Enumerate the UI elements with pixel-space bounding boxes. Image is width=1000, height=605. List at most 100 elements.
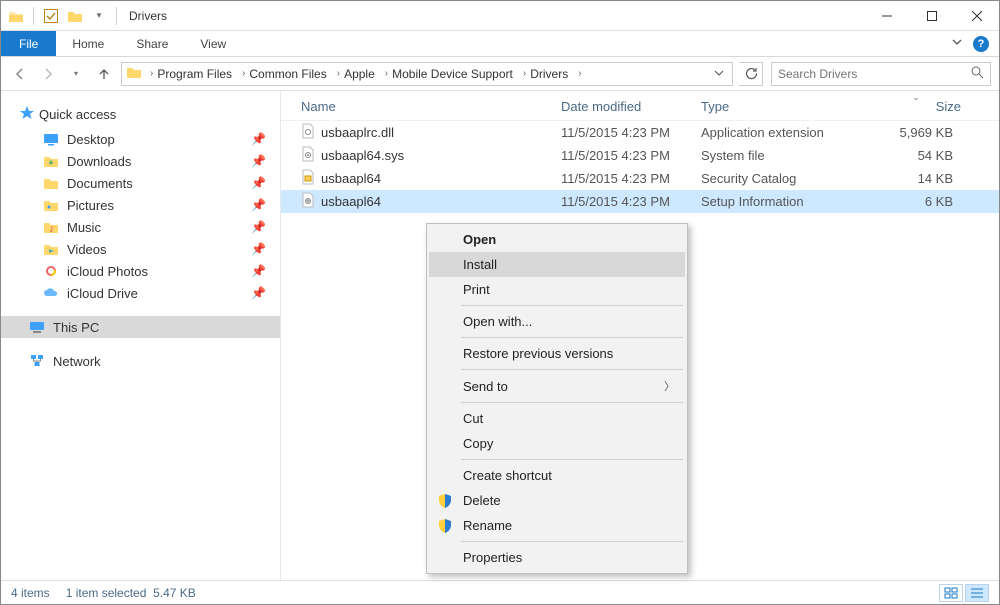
column-type[interactable]: Type bbox=[701, 99, 871, 114]
file-row[interactable]: usbaapl64.sys 11/5/2015 4:23 PM System f… bbox=[281, 144, 999, 167]
column-size[interactable]: ⌄Size bbox=[871, 99, 961, 114]
pin-icon: 📌 bbox=[251, 220, 266, 234]
column-date[interactable]: Date modified bbox=[561, 99, 701, 114]
back-button[interactable] bbox=[9, 63, 31, 85]
forward-button[interactable] bbox=[37, 63, 59, 85]
ctx-open[interactable]: Open bbox=[429, 227, 685, 252]
window-title: Drivers bbox=[125, 9, 167, 23]
ribbon: File Home Share View ? bbox=[1, 31, 999, 57]
sidebar-item-network[interactable]: Network bbox=[1, 350, 280, 372]
maximize-button[interactable] bbox=[909, 1, 954, 30]
pin-icon: 📌 bbox=[251, 154, 266, 168]
folder-icon bbox=[126, 65, 142, 82]
address-bar[interactable]: ›Program Files ›Common Files ›Apple ›Mob… bbox=[121, 62, 733, 86]
help-icon[interactable]: ? bbox=[973, 36, 989, 52]
address-row: ▾ ›Program Files ›Common Files ›Apple ›M… bbox=[1, 57, 999, 91]
ctx-delete[interactable]: Delete bbox=[429, 488, 685, 513]
sidebar-item-icloud-photos[interactable]: iCloud Photos📌 bbox=[1, 260, 280, 282]
desktop-icon bbox=[43, 131, 59, 147]
ctx-send-to[interactable]: Send to〉 bbox=[429, 373, 685, 399]
breadcrumb: ›Apple bbox=[333, 67, 377, 81]
cat-file-icon bbox=[301, 169, 315, 188]
icloud-photos-icon bbox=[43, 263, 59, 279]
sidebar-item-pictures[interactable]: Pictures📌 bbox=[1, 194, 280, 216]
ctx-rename[interactable]: Rename bbox=[429, 513, 685, 538]
chevron-right-icon: 〉 bbox=[664, 378, 675, 394]
properties-checkbox-icon[interactable] bbox=[40, 5, 62, 27]
address-dropdown-icon[interactable] bbox=[710, 67, 728, 81]
title-bar: ▾ Drivers bbox=[1, 1, 999, 31]
sys-file-icon bbox=[301, 146, 315, 165]
sidebar-item-music[interactable]: Music📌 bbox=[1, 216, 280, 238]
tab-home[interactable]: Home bbox=[56, 31, 120, 56]
breadcrumb: ›Drivers bbox=[519, 67, 570, 81]
status-item-count: 4 items bbox=[11, 586, 66, 600]
breadcrumb: ›Common Files bbox=[238, 67, 329, 81]
pictures-icon bbox=[43, 197, 59, 213]
window-controls bbox=[864, 1, 999, 30]
ctx-create-shortcut[interactable]: Create shortcut bbox=[429, 463, 685, 488]
view-details-button[interactable] bbox=[965, 584, 989, 602]
music-icon bbox=[43, 219, 59, 235]
view-large-icons-button[interactable] bbox=[939, 584, 963, 602]
navigation-pane: Quick access Desktop📌 Downloads📌 Documen… bbox=[1, 91, 281, 580]
sidebar-item-this-pc[interactable]: This PC bbox=[1, 316, 280, 338]
close-button[interactable] bbox=[954, 1, 999, 30]
documents-icon bbox=[43, 175, 59, 191]
pin-icon: 📌 bbox=[251, 286, 266, 300]
sidebar-item-icloud-drive[interactable]: iCloud Drive📌 bbox=[1, 282, 280, 304]
folder-icon bbox=[5, 5, 27, 27]
window-title-text: Drivers bbox=[129, 9, 167, 23]
sort-indicator-icon: ⌄ bbox=[912, 92, 920, 103]
ctx-cut[interactable]: Cut bbox=[429, 406, 685, 431]
pin-icon: 📌 bbox=[251, 242, 266, 256]
file-menu-button[interactable]: File bbox=[1, 31, 56, 56]
tab-share[interactable]: Share bbox=[120, 31, 184, 56]
ctx-copy[interactable]: Copy bbox=[429, 431, 685, 456]
ctx-properties[interactable]: Properties bbox=[429, 545, 685, 570]
downloads-icon bbox=[43, 153, 59, 169]
search-box[interactable] bbox=[771, 62, 991, 86]
sidebar-item-documents[interactable]: Documents📌 bbox=[1, 172, 280, 194]
minimize-button[interactable] bbox=[864, 1, 909, 30]
quick-access-header[interactable]: Quick access bbox=[1, 101, 280, 128]
status-selection: 1 item selected 5.47 KB bbox=[66, 586, 212, 600]
breadcrumb: ›Mobile Device Support bbox=[381, 67, 515, 81]
videos-icon bbox=[43, 241, 59, 257]
context-menu: Open Install Print Open with... Restore … bbox=[426, 223, 688, 574]
sidebar-item-downloads[interactable]: Downloads📌 bbox=[1, 150, 280, 172]
ctx-restore-versions[interactable]: Restore previous versions bbox=[429, 341, 685, 366]
status-bar: 4 items 1 item selected 5.47 KB bbox=[1, 580, 999, 604]
quick-access-toolbar: ▾ bbox=[1, 5, 125, 27]
this-pc-icon bbox=[29, 319, 45, 335]
shield-icon bbox=[437, 518, 453, 534]
ctx-open-with[interactable]: Open with... bbox=[429, 309, 685, 334]
search-icon[interactable] bbox=[970, 65, 984, 82]
file-row[interactable]: usbaapl64 11/5/2015 4:23 PM Security Cat… bbox=[281, 167, 999, 190]
column-name[interactable]: Name bbox=[301, 99, 561, 114]
file-row[interactable]: usbaaplrc.dll 11/5/2015 4:23 PM Applicat… bbox=[281, 121, 999, 144]
sidebar-item-desktop[interactable]: Desktop📌 bbox=[1, 128, 280, 150]
star-icon bbox=[19, 105, 35, 124]
inf-file-icon bbox=[301, 192, 315, 211]
sidebar-item-videos[interactable]: Videos📌 bbox=[1, 238, 280, 260]
shield-icon bbox=[437, 493, 453, 509]
up-button[interactable] bbox=[93, 63, 115, 85]
tab-view[interactable]: View bbox=[184, 31, 242, 56]
pin-icon: 📌 bbox=[251, 132, 266, 146]
ribbon-expand-icon[interactable] bbox=[951, 36, 963, 51]
pin-icon: 📌 bbox=[251, 264, 266, 278]
recent-dropdown-button[interactable]: ▾ bbox=[65, 63, 87, 85]
ctx-install[interactable]: Install bbox=[429, 252, 685, 277]
breadcrumb: ›Program Files bbox=[146, 67, 234, 81]
folder-small-icon[interactable] bbox=[64, 5, 86, 27]
ctx-print[interactable]: Print bbox=[429, 277, 685, 302]
icloud-drive-icon bbox=[43, 285, 59, 301]
pin-icon: 📌 bbox=[251, 198, 266, 212]
qat-dropdown-icon[interactable]: ▾ bbox=[88, 5, 110, 27]
dll-file-icon bbox=[301, 123, 315, 142]
refresh-button[interactable] bbox=[739, 62, 763, 86]
pin-icon: 📌 bbox=[251, 176, 266, 190]
search-input[interactable] bbox=[778, 67, 970, 81]
file-row[interactable]: usbaapl64 11/5/2015 4:23 PM Setup Inform… bbox=[281, 190, 999, 213]
